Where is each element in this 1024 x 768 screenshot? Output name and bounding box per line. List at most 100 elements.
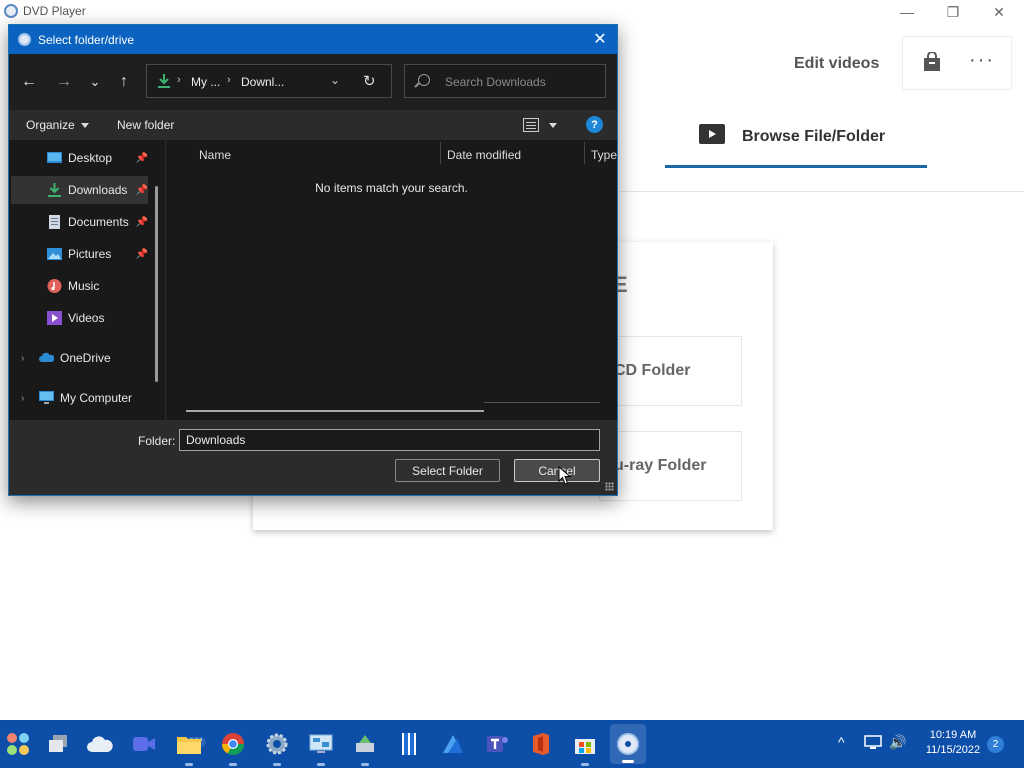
search-box[interactable]: Search Downloads [404, 64, 606, 98]
expand-chevron-icon[interactable]: › [21, 393, 24, 404]
task-view-icon [49, 735, 67, 752]
running-indicator [317, 763, 325, 766]
nav-label: Music [68, 279, 100, 293]
dialog-footer: Folder: Select Folder Cancel [9, 420, 617, 495]
app-title-text: DVD Player [23, 4, 86, 18]
settings-gear-icon [266, 733, 288, 755]
empty-results-message: No items match your search. [315, 181, 468, 195]
dvd-folder-button[interactable]: CD Folder [599, 336, 742, 406]
taskbar-app-meet[interactable] [130, 730, 158, 758]
new-folder-button[interactable]: New folder [117, 118, 174, 132]
taskbar-app-dvd-player[interactable] [610, 724, 646, 764]
nav-item-my-computer[interactable]: › My Computer [11, 384, 148, 412]
network-icon[interactable] [864, 734, 882, 750]
volume-icon[interactable]: 🔊 [889, 734, 906, 751]
nav-item-desktop[interactable]: Desktop 📌 [11, 144, 148, 172]
taskbar-app-office[interactable] [527, 730, 555, 758]
taskbar-app-file-explorer[interactable] [175, 730, 203, 766]
expand-chevron-icon[interactable]: › [21, 353, 24, 364]
organize-menu[interactable]: Organize [26, 118, 89, 132]
nav-item-pictures[interactable]: Pictures 📌 [11, 240, 148, 268]
weather-widget[interactable]: 32° [86, 730, 206, 758]
recent-locations-chevron-icon[interactable]: ⌄ [83, 70, 107, 94]
nav-item-downloads[interactable]: Downloads 📌 [11, 176, 148, 204]
restore-button[interactable]: ❐ [930, 0, 976, 24]
music-icon [47, 279, 62, 293]
view-caret-down-icon[interactable] [549, 123, 557, 128]
dialog-toolbar: Organize New folder ? [9, 110, 617, 140]
taskbar-app-settings[interactable] [263, 730, 291, 766]
nav-pane-scrollbar[interactable] [155, 186, 158, 382]
running-indicator [273, 763, 281, 766]
nav-label: Downloads [68, 183, 128, 197]
clock[interactable]: 10:19 AM 11/15/2022 [912, 728, 994, 758]
start-button[interactable] [4, 730, 32, 758]
pictures-icon [47, 248, 62, 260]
column-header-date-modified[interactable]: Date modified [447, 148, 521, 162]
notification-count-badge[interactable]: 2 [987, 736, 1004, 753]
edit-videos-link[interactable]: Edit videos [794, 55, 879, 73]
task-view-button[interactable] [44, 730, 72, 758]
taskbar-app-control-panel[interactable] [307, 730, 335, 766]
taskbar-app-chrome[interactable] [219, 730, 247, 766]
app-title-area: DVD Player [4, 4, 86, 18]
organize-label: Organize [26, 118, 75, 132]
select-folder-button[interactable]: Select Folder [395, 459, 500, 482]
bluray-folder-button[interactable]: u-ray Folder [599, 431, 742, 501]
taskbar-app-editor[interactable] [439, 730, 467, 758]
dvd-folder-label: CD Folder [614, 362, 691, 379]
horizontal-scrollbar[interactable] [186, 410, 484, 412]
start-icon [7, 733, 29, 755]
column-divider[interactable] [584, 142, 585, 164]
column-header-type[interactable]: Type [591, 148, 617, 162]
taskbar-app-book[interactable] [395, 730, 423, 758]
nav-item-music[interactable]: Music [11, 272, 148, 300]
running-indicator [185, 763, 193, 766]
breadcrumb-separator: › [227, 74, 231, 86]
taskbar-app-drive-tool[interactable] [351, 730, 379, 766]
tab-browse-file-folder[interactable]: Browse File/Folder [665, 110, 927, 168]
nav-label: My Computer [60, 391, 133, 405]
back-arrow-icon[interactable]: ← [17, 70, 41, 94]
up-arrow-icon[interactable]: ↑ [112, 70, 136, 94]
nav-label: Desktop [68, 151, 113, 165]
minimize-button[interactable]: — [884, 0, 930, 24]
folder-label: Folder: [138, 434, 176, 448]
folder-name-input[interactable] [179, 429, 600, 451]
taskbar-app-teams[interactable] [483, 730, 511, 758]
breadcrumb-downloads[interactable]: Downl... [241, 75, 284, 89]
close-app-button[interactable]: ✕ [976, 0, 1022, 24]
running-indicator [229, 763, 237, 766]
header-divider [620, 191, 1024, 192]
refresh-icon[interactable]: ↻ [363, 72, 376, 90]
dialog-titlebar[interactable]: Select folder/drive ✕ [9, 25, 617, 54]
resize-grip[interactable] [605, 482, 614, 491]
store-bag-icon[interactable] [922, 52, 942, 72]
address-dropdown-icon[interactable]: ⌄ [330, 73, 340, 87]
nav-label: Pictures [68, 247, 112, 261]
breadcrumb-my-computer[interactable]: My ... [191, 75, 220, 89]
active-indicator [622, 760, 634, 763]
pin-icon: 📌 [135, 248, 148, 260]
mouse-cursor-icon [558, 466, 572, 485]
chrome-icon [222, 733, 244, 755]
dialog-close-button[interactable]: ✕ [587, 28, 613, 50]
address-bar[interactable]: › My ... › Downl... ⌄ ↻ [146, 64, 392, 98]
help-icon[interactable]: ? [586, 116, 603, 133]
video-folder-icon [699, 124, 725, 144]
column-header-name[interactable]: Name [199, 148, 231, 162]
taskbar-app-store[interactable] [571, 730, 599, 766]
nav-item-documents[interactable]: Documents 📌 [11, 208, 148, 236]
dialog-title: Select folder/drive [38, 33, 135, 47]
view-options-icon[interactable] [523, 118, 539, 132]
pin-icon: 📌 [135, 216, 148, 228]
more-options-icon[interactable]: ··· [969, 49, 995, 72]
nav-item-videos[interactable]: Videos [11, 304, 148, 332]
drive-tool-icon [356, 735, 374, 752]
cancel-button[interactable]: Cancel [514, 459, 600, 482]
column-divider[interactable] [440, 142, 441, 164]
forward-arrow-icon[interactable]: → [52, 70, 76, 94]
tray-overflow-chevron-icon[interactable]: ^ [838, 734, 845, 750]
nav-item-onedrive[interactable]: › OneDrive [11, 344, 148, 372]
tab-browse-label: Browse File/Folder [742, 128, 886, 145]
